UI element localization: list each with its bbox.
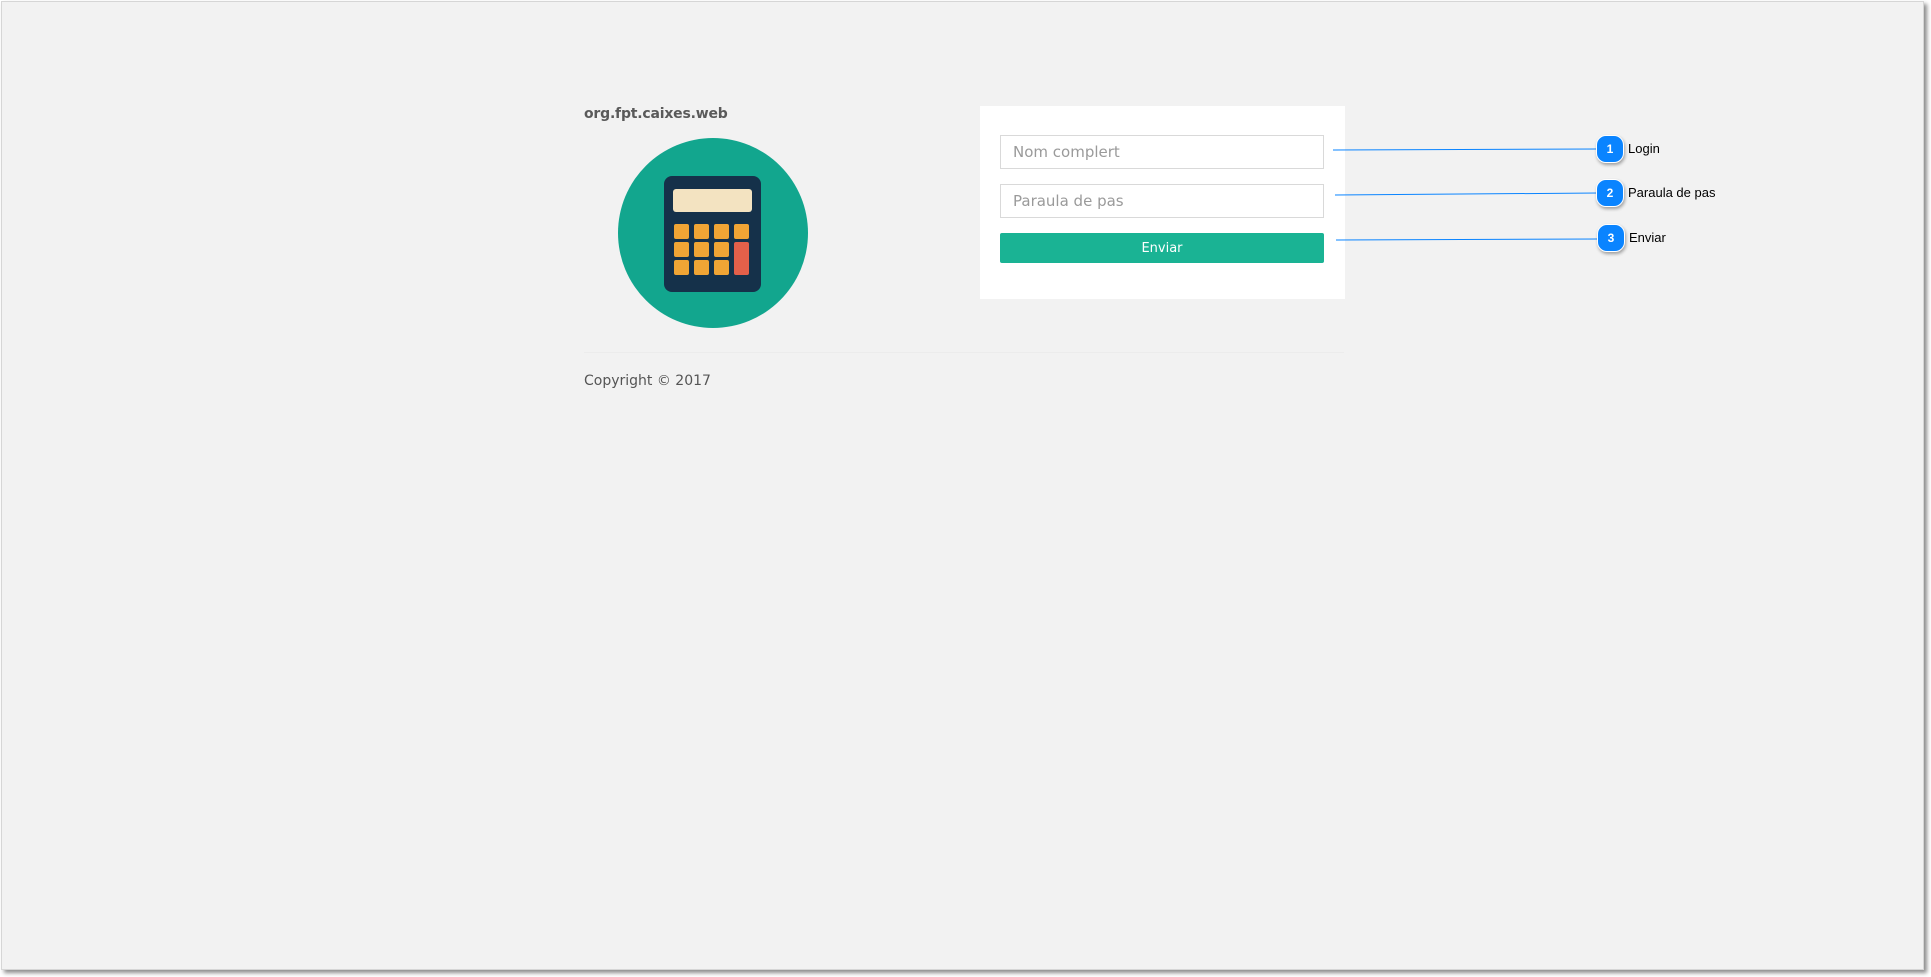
- callout-badge-2: 2: [1596, 179, 1624, 207]
- callout-badge-1: 1: [1596, 135, 1624, 163]
- app-name: org.fpt.caixes.web: [584, 106, 728, 122]
- callout-badge-3: 3: [1597, 224, 1625, 252]
- callout-label-password: Paraula de pas: [1628, 185, 1716, 200]
- calculator-icon: [618, 138, 808, 328]
- copyright-text: Copyright © 2017: [584, 373, 711, 389]
- login-input[interactable]: [1000, 135, 1324, 169]
- login-card: Enviar: [980, 106, 1345, 299]
- footer-divider: [584, 352, 1344, 353]
- callout-label-login: Login: [1628, 141, 1660, 156]
- submit-button[interactable]: Enviar: [1000, 233, 1324, 263]
- callout-label-submit: Enviar: [1629, 230, 1666, 245]
- password-input[interactable]: [1000, 184, 1324, 218]
